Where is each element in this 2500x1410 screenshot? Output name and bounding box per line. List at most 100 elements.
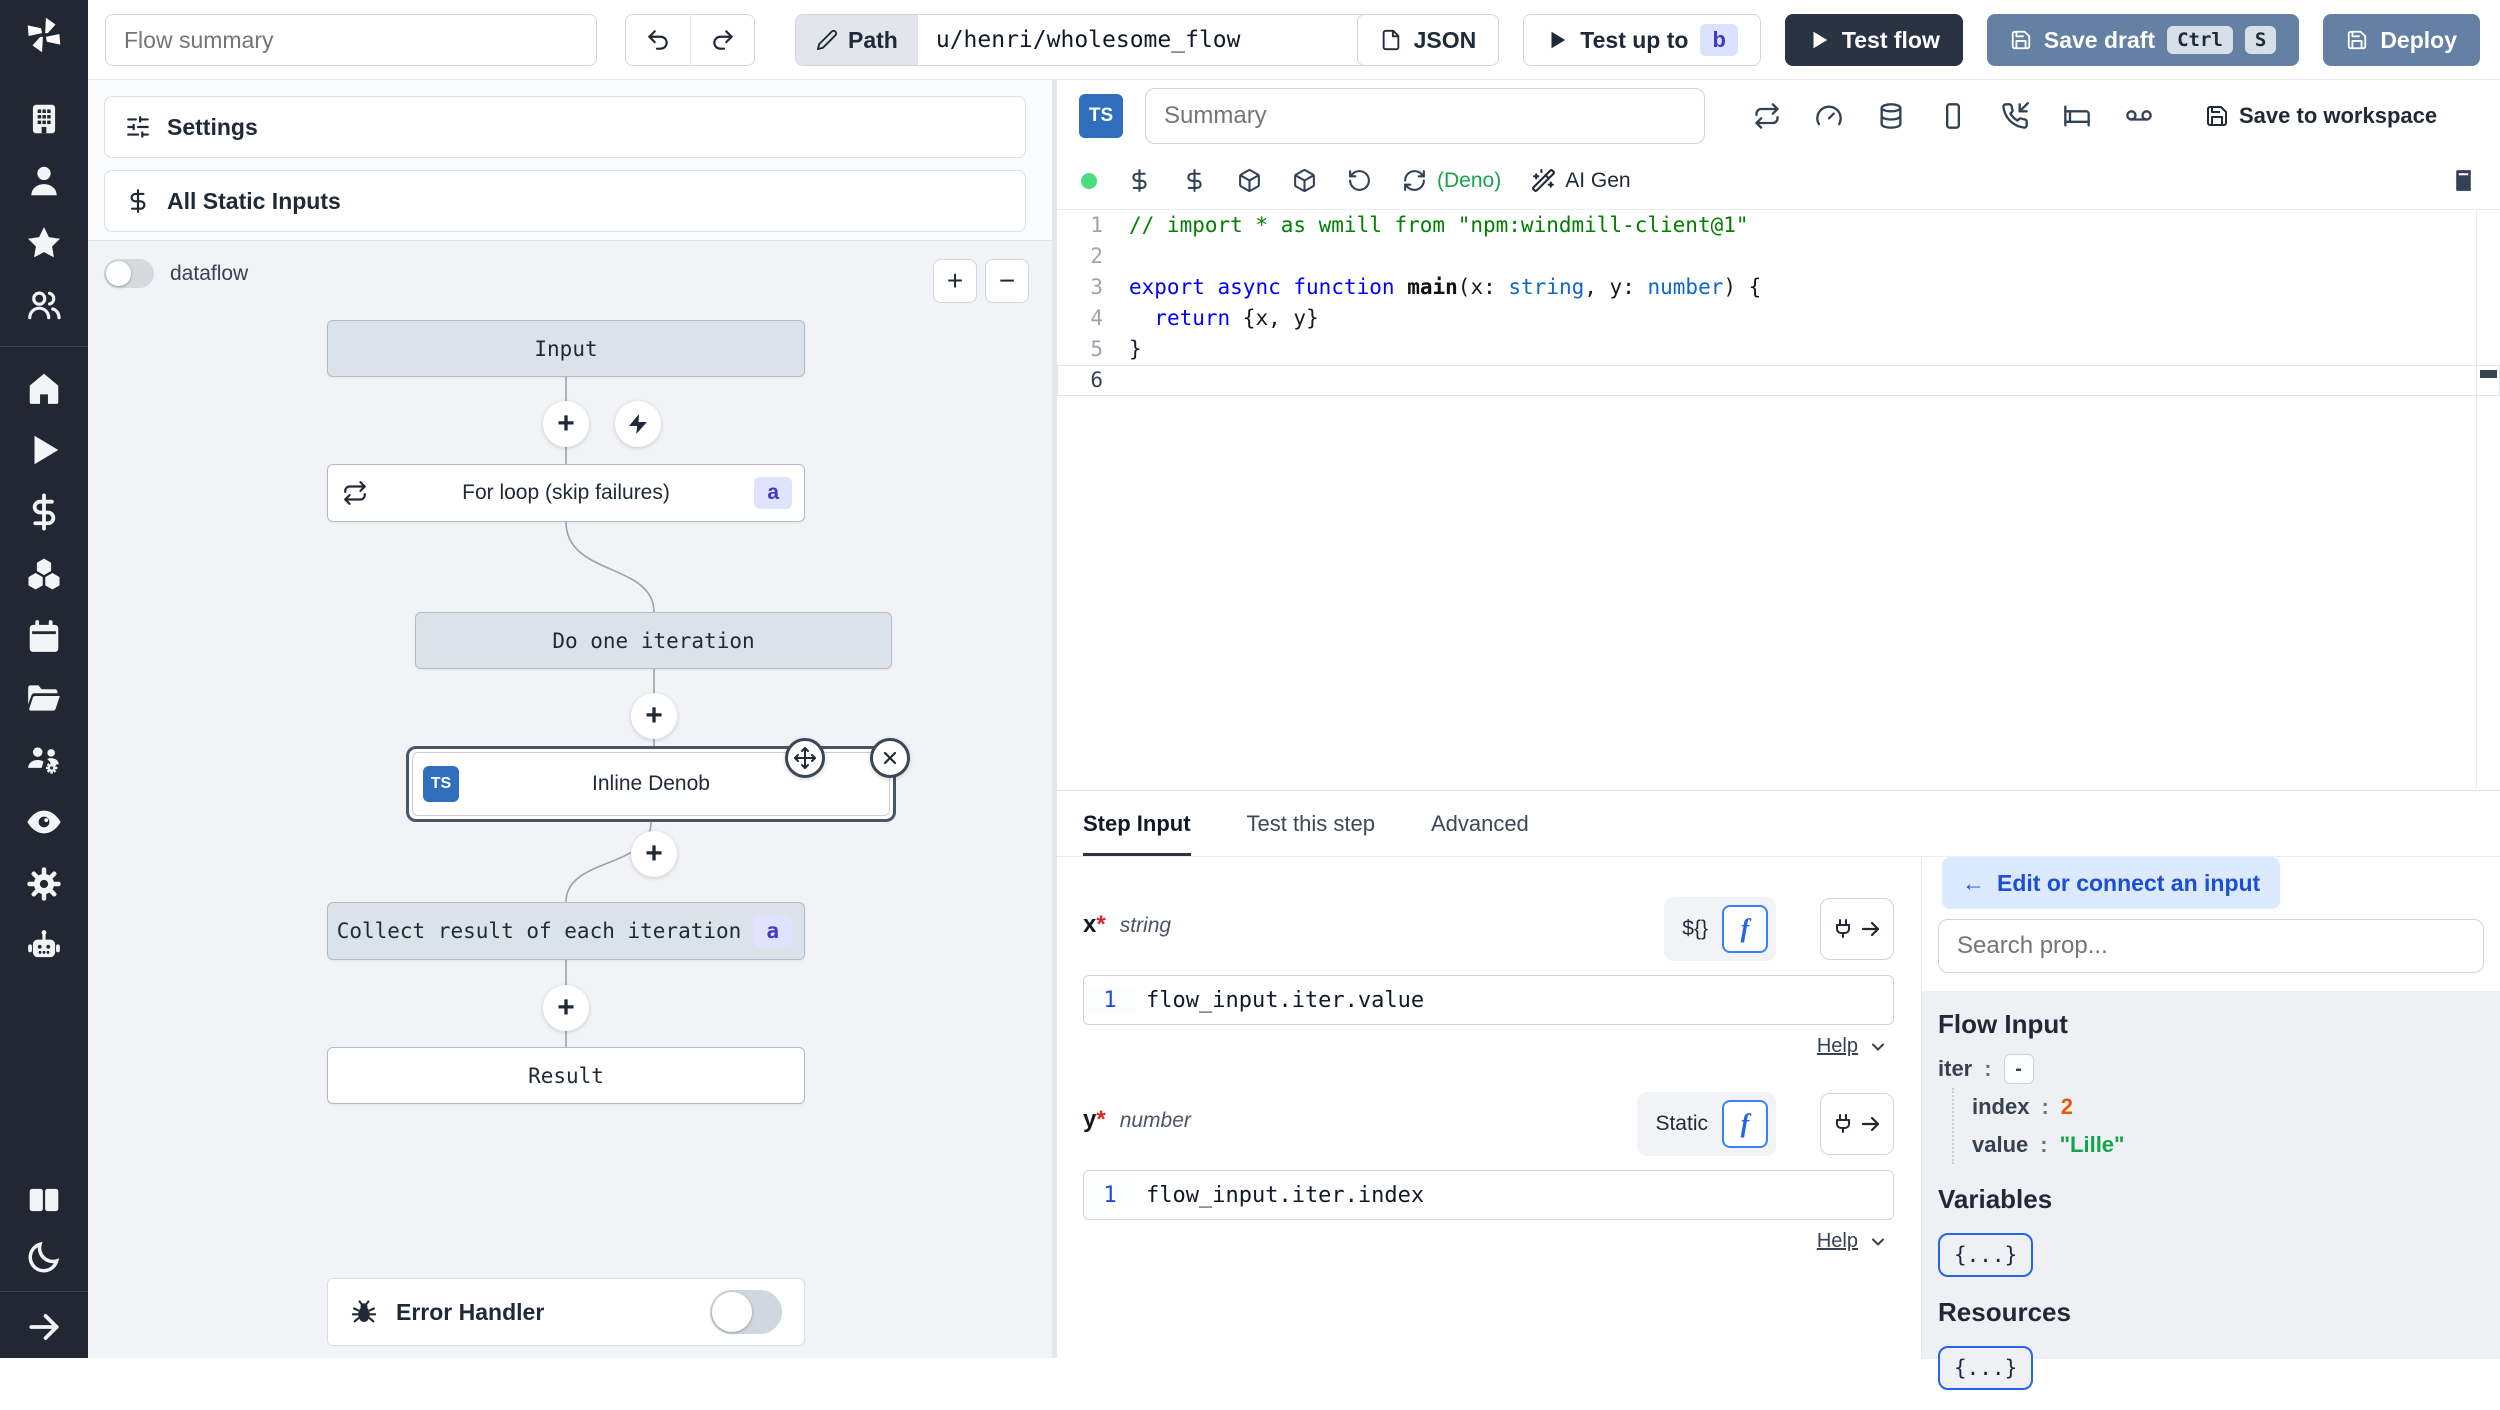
folder-open-icon[interactable] (0, 667, 88, 729)
save-icon (2207, 106, 2227, 126)
users-icon[interactable] (0, 274, 88, 336)
groups-gear-icon[interactable] (0, 729, 88, 791)
editor-scrollbar[interactable] (2476, 210, 2500, 788)
code-editor[interactable]: 1// import * as wmill from "npm:windmill… (1057, 210, 2500, 788)
undo-button[interactable] (626, 15, 690, 65)
tab-test-this-step[interactable]: Test this step (1247, 811, 1375, 856)
collapse-icon[interactable]: - (2003, 1054, 2034, 1084)
template-mode-label[interactable]: ${} (1682, 917, 1708, 941)
mock-smartphone-icon[interactable] (1939, 102, 1967, 130)
variables-object-chip[interactable]: {...} (1938, 1233, 2034, 1277)
prop-search-input[interactable] (1938, 919, 2484, 973)
path-label[interactable]: Path (796, 15, 918, 65)
code-line[interactable]: 2 (1057, 241, 2500, 272)
star-icon[interactable] (0, 212, 88, 274)
docs-books-icon[interactable] (0, 1169, 88, 1231)
field-y-help-link[interactable]: Help (1817, 1230, 1858, 1253)
field-y-mode-toggle[interactable]: Static f (1637, 1092, 1776, 1156)
trigger-bolt-button[interactable] (615, 401, 661, 447)
code-line[interactable]: 1// import * as wmill from "npm:windmill… (1057, 210, 2500, 241)
javascript-mode-button[interactable]: f (1722, 1100, 1768, 1148)
prop-row-value[interactable]: value : "Lille" (1972, 1126, 2500, 1164)
field-x-label: x* string (1083, 911, 1172, 938)
flow-settings-button[interactable]: Settings (104, 96, 1026, 158)
field-y-expression-editor[interactable]: 1 flow_input.iter.index (1083, 1170, 1894, 1220)
field-x-expression-editor[interactable]: 1 flow_input.iter.value (1083, 975, 1894, 1025)
chevron-down-icon[interactable] (1868, 1037, 1888, 1057)
flow-node-forloop[interactable]: For loop (skip failures) a (327, 464, 805, 522)
deploy-button[interactable]: Deploy (2323, 14, 2480, 66)
variable-dollar-icon[interactable] (1127, 168, 1152, 193)
retries-repeat-icon[interactable] (1753, 102, 1781, 130)
test-flow-button[interactable]: Test flow (1784, 14, 1963, 66)
path-input[interactable] (917, 15, 1423, 65)
all-static-inputs-button[interactable]: All Static Inputs (104, 170, 1026, 232)
edit-or-connect-button[interactable]: ← Edit or connect an input (1942, 857, 2281, 909)
add-step-button[interactable]: + (543, 401, 589, 447)
json-button[interactable]: JSON (1356, 14, 1500, 66)
arrow-right-icon (1861, 1116, 1880, 1132)
settings-gear-icon[interactable] (0, 853, 88, 915)
eye-icon[interactable] (0, 791, 88, 853)
javascript-mode-button[interactable]: f (1722, 905, 1768, 953)
cache-database-icon[interactable] (1877, 102, 1905, 130)
home-icon[interactable] (0, 357, 88, 419)
field-x-mode-toggle[interactable]: ${} f (1664, 897, 1776, 961)
concurrency-voicemail-icon[interactable] (2125, 102, 2153, 130)
robot-icon[interactable] (0, 915, 88, 977)
add-step-button[interactable]: + (543, 985, 589, 1031)
topbar: Path JSON Test up to b Test flow Save dr… (88, 0, 2500, 80)
flow-node-result[interactable]: Result (327, 1047, 805, 1104)
resource-dollar-icon[interactable] (1182, 168, 1207, 193)
user-icon[interactable] (0, 150, 88, 212)
tab-advanced[interactable]: Advanced (1431, 811, 1529, 856)
flow-node-do-one-iteration[interactable]: Do one iteration (415, 612, 892, 669)
save-draft-button[interactable]: Save draft Ctrl S (1986, 14, 2300, 66)
error-handler-toggle[interactable] (710, 1290, 782, 1334)
prop-row-iter[interactable]: iter : - (1938, 1050, 2500, 1088)
step-id-badge: a (753, 915, 792, 947)
early-stop-gauge-icon[interactable] (1815, 102, 1843, 130)
moon-icon[interactable] (0, 1231, 88, 1283)
step-summary-input[interactable] (1145, 88, 1705, 144)
lsp-status-dot (1081, 172, 1097, 189)
resources-object-chip[interactable]: {...} (1938, 1346, 2034, 1390)
calendar-icon[interactable] (0, 605, 88, 667)
windmill-logo-icon[interactable] (21, 12, 67, 58)
add-step-button[interactable]: + (631, 693, 677, 739)
building-icon[interactable] (0, 88, 88, 150)
reset-rotate-ccw-icon[interactable] (1347, 168, 1372, 193)
delete-node-button[interactable] (870, 738, 910, 778)
dollar-icon[interactable] (0, 481, 88, 543)
prop-row-index[interactable]: index : 2 (1972, 1088, 2500, 1126)
suspend-phone-incoming-icon[interactable] (2001, 102, 2029, 130)
library-book-icon[interactable] (2451, 168, 2476, 193)
move-node-handle[interactable] (785, 738, 825, 778)
redo-button[interactable] (690, 15, 754, 65)
code-line[interactable]: 4 return {x, y} (1057, 303, 2500, 334)
field-y-connect-button[interactable] (1820, 1093, 1894, 1155)
package-icon[interactable] (1292, 168, 1317, 193)
reload-language-control[interactable]: (Deno) (1402, 168, 1501, 193)
tab-step-input[interactable]: Step Input (1083, 811, 1191, 856)
flow-node-collect-result[interactable]: Collect result of each iteration a (327, 902, 805, 960)
flow-summary-input[interactable] (105, 14, 597, 66)
sleep-bed-icon[interactable] (2063, 102, 2091, 130)
flow-node-input[interactable]: Input (327, 320, 805, 377)
field-x-connect-button[interactable] (1820, 898, 1894, 960)
typescript-badge: TS (1079, 94, 1123, 138)
ai-gen-button[interactable]: AI Gen (1531, 168, 1631, 193)
code-line[interactable]: 6 (1057, 365, 2500, 396)
chevron-down-icon[interactable] (1868, 1232, 1888, 1252)
play-icon[interactable] (0, 419, 88, 481)
code-line[interactable]: 5} (1057, 334, 2500, 365)
package-icon[interactable] (1237, 168, 1262, 193)
test-up-to-button[interactable]: Test up to b (1523, 14, 1761, 66)
static-mode-label[interactable]: Static (1655, 1112, 1708, 1136)
save-to-workspace-button[interactable]: Save to workspace (2205, 103, 2437, 129)
code-line[interactable]: 3 export async function main(x: string, y… (1057, 272, 2500, 303)
field-x-help-link[interactable]: Help (1817, 1035, 1858, 1058)
expand-sidebar-icon[interactable] (0, 1296, 88, 1358)
resources-cubes-icon[interactable] (0, 543, 88, 605)
add-step-button[interactable]: + (631, 831, 677, 877)
